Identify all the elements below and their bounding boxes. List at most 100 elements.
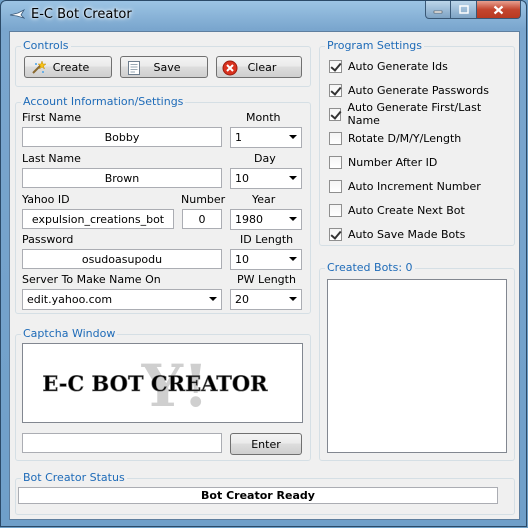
yahoo-id-label: Yahoo ID <box>22 193 70 206</box>
checkbox[interactable] <box>329 131 342 145</box>
settings-options: Auto Generate Ids Auto Generate Passwords… <box>329 58 509 250</box>
created-bots-title: Created Bots: 0 <box>325 261 415 274</box>
controls-group-title: Controls <box>21 39 71 52</box>
settings-option[interactable]: Number After ID <box>329 154 437 170</box>
checkbox-label: Auto Increment Number <box>348 179 481 193</box>
day-select[interactable]: 10 <box>230 168 302 189</box>
program-settings-group: Program Settings Auto Generate Ids Auto G… <box>319 39 515 246</box>
last-name-field[interactable]: Brown <box>22 168 222 188</box>
captcha-text: E-C BOT CREATOR <box>42 371 268 396</box>
checkbox-label: Auto Generate First/Last Name <box>347 101 482 127</box>
id-length-label: ID Length <box>240 233 294 246</box>
captcha-input[interactable] <box>22 433 222 453</box>
checkbox-label: Number After ID <box>348 155 438 169</box>
password-field[interactable]: osudoasupodu <box>22 249 222 269</box>
id-length-select[interactable]: 10 <box>230 249 302 270</box>
settings-option[interactable]: Auto Save Made Bots <box>329 226 465 242</box>
clear-button-label: Clear <box>247 60 277 74</box>
captcha-image: Y! E-C BOT CREATOR <box>22 343 303 423</box>
checkbox[interactable] <box>329 203 342 217</box>
year-value: 1980 <box>235 213 263 226</box>
checkbox[interactable] <box>329 107 342 121</box>
settings-option[interactable]: Auto Increment Number <box>329 178 481 194</box>
captcha-logo: Y! E-C BOT CREATOR <box>42 352 268 420</box>
created-bots-list[interactable] <box>327 279 507 453</box>
year-select[interactable]: 1980 <box>230 209 302 230</box>
chevron-down-icon <box>289 135 297 139</box>
close-icon <box>493 5 504 14</box>
checkbox[interactable] <box>329 155 342 169</box>
chevron-down-icon <box>289 257 297 261</box>
day-label: Day <box>254 152 276 165</box>
password-label: Password <box>22 233 74 246</box>
pw-length-select[interactable]: 20 <box>230 289 302 310</box>
save-button-label: Save <box>153 60 181 74</box>
server-select[interactable]: edit.yahoo.com <box>22 289 222 310</box>
captcha-group: Captcha Window Y! E-C BOT CREATOR Enter <box>15 327 311 461</box>
status-group-title: Bot Creator Status <box>21 471 127 484</box>
settings-option[interactable]: Auto Generate Passwords <box>329 82 489 98</box>
last-name-label: Last Name <box>22 152 81 165</box>
chevron-down-icon <box>289 297 297 301</box>
id-length-value: 10 <box>235 253 249 266</box>
account-group: Account Information/Settings First Name … <box>15 95 311 314</box>
checkbox[interactable] <box>329 179 342 193</box>
program-settings-title: Program Settings <box>325 39 425 52</box>
enter-button-label: Enter <box>251 437 281 451</box>
enter-button[interactable]: Enter <box>230 433 302 455</box>
app-icon <box>9 9 25 19</box>
month-select[interactable]: 1 <box>230 127 302 148</box>
number-label: Number <box>181 193 226 206</box>
maximize-button[interactable] <box>451 1 477 19</box>
checkbox-label: Auto Generate Ids <box>348 59 448 73</box>
settings-option[interactable]: Auto Create Next Bot <box>329 202 465 218</box>
first-name-field[interactable]: Bobby <box>22 127 222 147</box>
save-button[interactable]: Save <box>120 56 208 78</box>
checkbox[interactable] <box>329 83 342 97</box>
number-field[interactable]: 0 <box>182 209 222 229</box>
month-value: 1 <box>235 131 242 144</box>
created-bots-group: Created Bots: 0 <box>319 261 515 461</box>
captcha-group-title: Captcha Window <box>21 327 118 340</box>
chevron-down-icon <box>289 176 297 180</box>
checkbox-label: Auto Create Next Bot <box>348 203 465 217</box>
create-button-label: Create <box>52 60 90 74</box>
checkbox-label: Auto Save Made Bots <box>348 227 466 241</box>
server-value: edit.yahoo.com <box>27 293 113 306</box>
settings-option[interactable]: Auto Generate First/Last Name <box>329 101 509 127</box>
chevron-down-icon <box>289 217 297 221</box>
maximize-icon <box>458 5 469 14</box>
server-label: Server To Make Name On <box>22 273 161 286</box>
minimize-icon <box>433 10 443 13</box>
clear-icon <box>222 60 238 76</box>
yahoo-id-field[interactable]: expulsion_creations_bot <box>22 209 174 229</box>
client-area: Controls Create Save Clear Account Infor… <box>9 31 520 520</box>
pw-length-label: PW Length <box>237 273 296 286</box>
checkbox[interactable] <box>329 227 342 241</box>
controls-group: Controls Create Save Clear <box>15 39 311 87</box>
status-text: Bot Creator Ready <box>18 487 498 504</box>
checkbox-label: Auto Generate Passwords <box>348 83 490 97</box>
pw-length-value: 20 <box>235 293 249 306</box>
day-value: 10 <box>235 172 249 185</box>
document-icon <box>128 61 140 75</box>
account-group-title: Account Information/Settings <box>21 95 186 108</box>
app-window: E-C Bot Creator Controls Create Save Cle… <box>0 0 527 527</box>
close-button[interactable] <box>477 1 521 19</box>
clear-button[interactable]: Clear <box>216 56 302 78</box>
month-label: Month <box>246 111 281 124</box>
settings-option[interactable]: Rotate D/M/Y/Length <box>329 130 461 146</box>
year-label: Year <box>252 193 276 206</box>
first-name-label: First Name <box>22 111 82 124</box>
window-title: E-C Bot Creator <box>31 7 132 22</box>
title-bar[interactable]: E-C Bot Creator <box>1 1 526 29</box>
wand-icon <box>32 60 46 74</box>
checkbox-label: Rotate D/M/Y/Length <box>348 131 462 145</box>
minimize-button[interactable] <box>425 1 451 19</box>
create-button[interactable]: Create <box>24 56 112 78</box>
window-controls <box>425 1 521 20</box>
chevron-down-icon <box>209 297 217 301</box>
settings-option[interactable]: Auto Generate Ids <box>329 58 448 74</box>
checkbox[interactable] <box>329 59 342 73</box>
status-group: Bot Creator Status Bot Creator Ready <box>15 471 515 515</box>
